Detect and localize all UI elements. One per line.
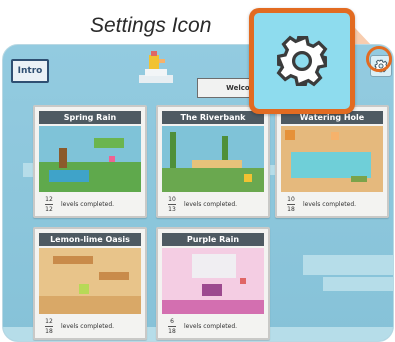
- character-sprite: [139, 51, 173, 83]
- levels-total-count: 18: [45, 327, 53, 335]
- completion-fraction: 10 13: [168, 196, 176, 213]
- card-stats: 6 18 levels completed.: [158, 314, 268, 338]
- gear-icon: [276, 35, 328, 87]
- levels-completed-count: 10: [168, 195, 176, 203]
- card-title: Lemon-lime Oasis: [39, 233, 141, 246]
- levels-completed-count: 12: [45, 317, 53, 325]
- levels-completed-label: levels completed.: [61, 200, 115, 208]
- background-cloud: [303, 255, 393, 275]
- levels-total-count: 13: [168, 205, 176, 213]
- settings-zoom-callout: [249, 8, 355, 114]
- card-stats: 12 12 levels completed.: [35, 192, 145, 216]
- levels-completed-count: 10: [287, 195, 295, 203]
- levels-completed-label: levels completed.: [303, 200, 357, 208]
- level-thumbnail: [162, 248, 264, 314]
- levels-completed-count: 12: [45, 195, 53, 203]
- level-card-purple-rain[interactable]: Purple Rain 6 18 levels completed.: [156, 227, 270, 340]
- level-thumbnail: [162, 126, 264, 192]
- completion-fraction: 6 18: [168, 318, 176, 335]
- level-card-spring-rain[interactable]: Spring Rain 12 12 levels completed.: [33, 105, 147, 218]
- completion-fraction: 12 18: [45, 318, 53, 335]
- levels-completed-label: levels completed.: [184, 200, 238, 208]
- levels-total-count: 18: [287, 205, 295, 213]
- completion-fraction: 10 18: [287, 196, 295, 213]
- levels-completed-label: levels completed.: [184, 322, 238, 330]
- background-cloud: [323, 277, 393, 291]
- level-card-lemon-lime-oasis[interactable]: Lemon-lime Oasis 12 18 levels completed.: [33, 227, 147, 340]
- card-title: Spring Rain: [39, 111, 141, 124]
- level-thumbnail: [39, 248, 141, 314]
- card-title: Purple Rain: [162, 233, 264, 246]
- completion-fraction: 12 12: [45, 196, 53, 213]
- intro-button[interactable]: Intro: [11, 59, 49, 83]
- levels-total-count: 18: [168, 327, 176, 335]
- card-stats: 10 13 levels completed.: [158, 192, 268, 216]
- levels-completed-count: 6: [170, 317, 174, 325]
- card-stats: 12 18 levels completed.: [35, 314, 145, 338]
- level-thumbnail: [281, 126, 383, 192]
- card-title: The Riverbank: [162, 111, 264, 124]
- level-thumbnail: [39, 126, 141, 192]
- levels-total-count: 12: [45, 205, 53, 213]
- level-card-the-riverbank[interactable]: The Riverbank 10 13 levels completed.: [156, 105, 270, 218]
- card-stats: 10 18 levels completed.: [277, 192, 387, 216]
- settings-highlight-ring: [366, 46, 392, 72]
- levels-completed-label: levels completed.: [61, 322, 115, 330]
- level-card-watering-hole[interactable]: Watering Hole 10 18 levels completed.: [275, 105, 389, 218]
